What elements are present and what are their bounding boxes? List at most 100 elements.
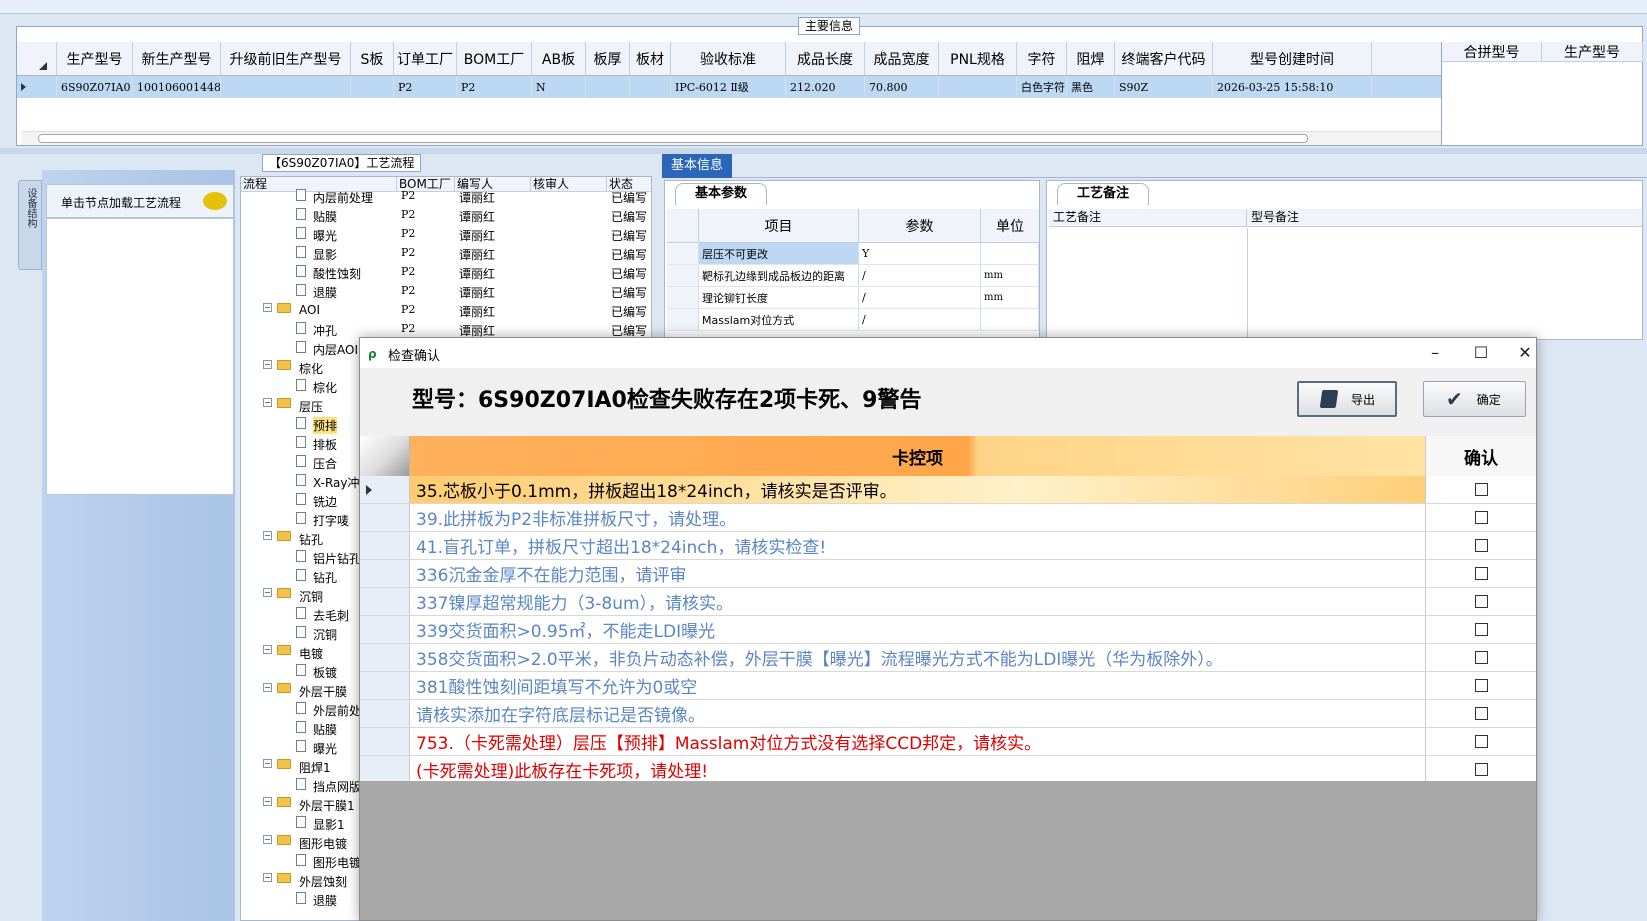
close-icon[interactable]: ✕ xyxy=(1508,342,1542,364)
main-cell[interactable] xyxy=(221,76,351,98)
main-cell[interactable]: 212.020 xyxy=(786,76,865,98)
param-row[interactable]: 理论铆钉长度 / mm xyxy=(667,287,1039,309)
collapse-icon[interactable]: − xyxy=(263,873,272,882)
tree-node[interactable]: 内层前处理 P2 谭丽红 已编写 xyxy=(241,187,651,206)
param-value[interactable]: Y xyxy=(859,243,981,264)
main-cell[interactable]: 黑色 xyxy=(1067,76,1115,98)
main-col-header[interactable]: 板材 xyxy=(630,42,671,75)
confirm-checkbox[interactable] xyxy=(1474,763,1488,776)
row-indicator[interactable] xyxy=(17,76,57,98)
main-col-header[interactable]: S板 xyxy=(351,42,394,75)
main-col-header[interactable]: 型号创建时间 xyxy=(1213,42,1372,75)
tree-node[interactable]: 曝光 P2 谭丽红 已编写 xyxy=(241,225,651,244)
col-confirm[interactable]: 确认 xyxy=(1426,436,1536,476)
main-cell[interactable] xyxy=(939,76,1017,98)
control-row[interactable]: 339交货面积>0.95㎡，不能走LDI曝光 xyxy=(360,616,1536,644)
main-cell[interactable]: P2 xyxy=(457,76,532,98)
main-cell[interactable]: IPC-6012 Ⅱ级 xyxy=(671,76,786,98)
confirm-checkbox[interactable] xyxy=(1474,595,1488,608)
maximize-icon[interactable]: ☐ xyxy=(1464,342,1498,364)
param-value[interactable]: / xyxy=(859,265,981,286)
tree-node[interactable]: 退膜 P2 谭丽红 已编写 xyxy=(241,282,651,301)
tree-node[interactable]: − AOI P2 谭丽红 已编写 xyxy=(241,301,651,320)
collapse-icon[interactable]: − xyxy=(263,360,272,369)
confirm-cell[interactable] xyxy=(1426,700,1536,727)
collapse-icon[interactable]: − xyxy=(263,588,272,597)
control-row[interactable]: 35.芯板小于0.1mm，拼板超出18*24inch，请核实是否评审。 xyxy=(360,476,1536,504)
param-row[interactable]: Masslam对位方式 / xyxy=(667,309,1039,331)
main-col-header[interactable]: AB板 xyxy=(532,42,586,75)
confirm-checkbox[interactable] xyxy=(1474,679,1488,692)
tree-node[interactable]: 酸性蚀刻 P2 谭丽红 已编写 xyxy=(241,263,651,282)
grid-corner[interactable] xyxy=(360,436,410,476)
collapse-icon[interactable]: − xyxy=(263,835,272,844)
control-row[interactable]: 753.（卡死需处理）层压【预排】Masslam对位方式没有选择CCD邦定，请核… xyxy=(360,728,1536,756)
main-col-header[interactable]: 字符 xyxy=(1017,42,1067,75)
main-col-header[interactable]: 成品长度 xyxy=(786,42,865,75)
collapse-icon[interactable]: − xyxy=(263,531,272,540)
main-col-header[interactable]: BOM工厂 xyxy=(457,42,532,75)
collapse-icon[interactable]: − xyxy=(263,759,272,768)
confirm-checkbox[interactable] xyxy=(1474,707,1488,720)
control-row[interactable]: 请核实添加在字符底层标记是否镜像。 xyxy=(360,700,1536,728)
param-row[interactable]: 靶标孔边缘到成品板边的距离 / mm xyxy=(667,265,1039,287)
ok-button[interactable]: ✔ 确定 xyxy=(1423,381,1526,417)
row-indicator[interactable] xyxy=(360,756,410,783)
control-row[interactable]: 336沉金金厚不在能力范围，请评审 xyxy=(360,560,1536,588)
control-row[interactable]: 39.此拼板为P2非标准拼板尺寸，请处理。 xyxy=(360,504,1536,532)
row-indicator[interactable] xyxy=(360,728,410,755)
main-cell[interactable]: N xyxy=(532,76,586,98)
confirm-cell[interactable] xyxy=(1426,560,1536,587)
confirm-checkbox[interactable] xyxy=(1474,511,1488,524)
confirm-checkbox[interactable] xyxy=(1474,567,1488,580)
main-grid-corner[interactable] xyxy=(17,42,57,75)
dialog-titlebar[interactable]: ρ 检查确认 – ☐ ✕ xyxy=(360,338,1536,368)
confirm-cell[interactable] xyxy=(1426,728,1536,755)
collapse-icon[interactable]: − xyxy=(263,398,272,407)
row-indicator[interactable] xyxy=(360,700,410,727)
node-list[interactable] xyxy=(46,218,234,495)
tree-node[interactable]: 显影 P2 谭丽红 已编写 xyxy=(241,244,651,263)
control-row[interactable]: 337镍厚超常规能力（3-8um），请核实。 xyxy=(360,588,1536,616)
param-value[interactable]: / xyxy=(859,309,981,330)
collapse-icon[interactable]: − xyxy=(263,797,272,806)
confirm-cell[interactable] xyxy=(1426,476,1536,503)
main-col-header[interactable]: 阻焊 xyxy=(1067,42,1115,75)
control-row[interactable]: 358交货面积>2.0平米，非负片动态补偿，外层干膜【曝光】流程曝光方式不能为L… xyxy=(360,644,1536,672)
row-indicator[interactable] xyxy=(360,560,410,587)
main-grid-hscrollbar[interactable] xyxy=(22,131,1442,145)
control-row[interactable]: 381酸性蚀刻间距填写不允许为0或空 xyxy=(360,672,1536,700)
confirm-checkbox[interactable] xyxy=(1474,539,1488,552)
confirm-cell[interactable] xyxy=(1426,532,1536,559)
row-indicator[interactable] xyxy=(360,616,410,643)
confirm-cell[interactable] xyxy=(1426,756,1536,783)
collapse-icon[interactable]: − xyxy=(263,683,272,692)
confirm-checkbox[interactable] xyxy=(1474,735,1488,748)
main-cell[interactable] xyxy=(586,76,630,98)
row-indicator[interactable] xyxy=(360,504,410,531)
main-cell[interactable]: 2026-03-25 15:58:10 xyxy=(1213,76,1372,98)
main-col-header[interactable]: 新生产型号 xyxy=(133,42,221,75)
main-cell[interactable]: 10010600144839 xyxy=(133,76,221,98)
param-value[interactable]: / xyxy=(859,287,981,308)
main-col-header[interactable]: 成品宽度 xyxy=(865,42,939,75)
confirm-checkbox[interactable] xyxy=(1474,651,1488,664)
main-col-header[interactable]: 板厚 xyxy=(586,42,630,75)
merge-col-header[interactable]: 生产型号 xyxy=(1542,42,1643,61)
confirm-cell[interactable] xyxy=(1426,644,1536,671)
hscroll-thumb[interactable] xyxy=(38,134,1308,143)
main-cell[interactable]: 白色字符 xyxy=(1017,76,1067,98)
minimize-icon[interactable]: – xyxy=(1418,342,1452,364)
merge-col-header[interactable]: 合拼型号 xyxy=(1442,42,1542,61)
confirm-cell[interactable] xyxy=(1426,504,1536,531)
load-flow-button[interactable]: 单击节点加载工艺流程 xyxy=(46,184,234,218)
collapse-icon[interactable]: − xyxy=(263,645,272,654)
main-cell[interactable] xyxy=(630,76,671,98)
row-indicator[interactable] xyxy=(360,672,410,699)
row-indicator[interactable] xyxy=(360,532,410,559)
collapse-icon[interactable]: − xyxy=(263,303,272,312)
tree-node[interactable]: 贴膜 P2 谭丽红 已编写 xyxy=(241,206,651,225)
tab-basic-info[interactable]: 基本信息 xyxy=(662,154,732,178)
main-col-header[interactable]: 订单工厂 xyxy=(394,42,457,75)
export-button[interactable]: 导出 xyxy=(1297,381,1397,417)
